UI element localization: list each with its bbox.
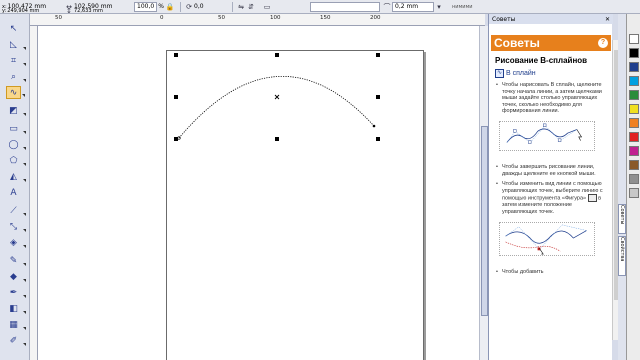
swatch-brown[interactable]	[629, 160, 639, 170]
swatch-cyan[interactable]	[629, 76, 639, 86]
vertical-scrollbar[interactable]	[479, 26, 488, 360]
hint-bullet: Чтобы завершить рисование линии, дважды …	[495, 164, 605, 177]
hint-bullet: Чтобы нарисовать B сплайн, щелкните точк…	[495, 82, 605, 115]
toolbox: ↖ ◺ ⌗ ⌕ ∿ ◩ ▭ ◯ ⬠ ◭ A ⟋ ⤡ ◈ ✎ ◆ ✒ ◧ ▦ ✐	[0, 14, 30, 360]
curve-node[interactable]	[372, 124, 376, 128]
outline-pen-icon[interactable]: ✒	[6, 286, 26, 299]
text-tool-icon[interactable]: A	[6, 186, 21, 199]
smart-drawing-icon[interactable]: ✐	[6, 334, 26, 347]
selection-handle[interactable]	[376, 53, 380, 57]
separator	[180, 2, 181, 12]
swatch-red[interactable]	[629, 132, 639, 142]
wrap-icon: ▭	[263, 2, 271, 11]
separator	[232, 2, 233, 12]
rotation-field[interactable]: ⟳ 0,0	[184, 1, 203, 12]
shape-tool-icon	[587, 194, 597, 203]
swatch-yellow[interactable]	[629, 104, 639, 114]
rotate-icon: ⟳	[186, 2, 192, 11]
scale-x-field[interactable]: 100,0 %	[134, 1, 164, 12]
close-icon[interactable]: ✕	[605, 16, 610, 23]
selection-handle[interactable]	[174, 137, 178, 141]
bspline-icon: ∿	[495, 69, 504, 78]
bspline-illustration	[499, 120, 595, 151]
docker-tabs: Советы Свойства	[618, 14, 626, 360]
docker-content: Рисование B-сплайнов ∿ B сплайн Чтобы на…	[495, 54, 605, 360]
outline-width-dropdown[interactable]: ⌒ 0,2 mm ▾	[382, 1, 444, 12]
rectangle-tool-icon[interactable]: ▭	[6, 122, 26, 135]
edit-illustration	[499, 221, 595, 256]
selection-handle[interactable]	[376, 95, 380, 99]
fill-icon[interactable]: ◧	[6, 302, 26, 315]
mirror-horizontal-icon: ⇋	[238, 2, 244, 11]
color-palette	[626, 14, 640, 360]
docker-title: Советы ?	[491, 35, 611, 51]
lock-icon: 🔒	[165, 2, 175, 11]
docker-header: Советы ✕	[489, 14, 613, 24]
swatch-orange[interactable]	[629, 118, 639, 128]
hint-bullet: Чтобы изменить вид линии с помощью управ…	[495, 181, 605, 215]
bspline-curve[interactable]	[178, 75, 375, 139]
smart-fill-icon[interactable]: ◩	[6, 104, 26, 117]
swatch-black[interactable]	[629, 48, 639, 58]
swatch-magenta[interactable]	[629, 146, 639, 156]
height-field[interactable]: ↕ 72,633 mm	[64, 7, 103, 15]
coreldraw-window: x: 100,472 mm y: 249,904 mm ↔ 102,590 mm ↕ 7…	[0, 0, 640, 360]
vertical-ruler[interactable]	[30, 26, 38, 360]
basic-shapes-icon[interactable]: ◭	[6, 170, 26, 183]
hint-bullet: Чтобы добавить	[495, 269, 605, 276]
lock-ratio-button[interactable]: 🔒	[165, 1, 175, 12]
freehand-tool-icon[interactable]: ∿	[6, 86, 25, 99]
swatch-green[interactable]	[629, 90, 639, 100]
polygon-tool-icon[interactable]: ⬠	[6, 154, 26, 167]
section-title: Рисование B-сплайнов	[495, 56, 588, 65]
selection-handle[interactable]	[376, 137, 380, 141]
center-marker	[274, 94, 280, 100]
shape-tool-icon[interactable]: ◺	[6, 38, 26, 51]
crop-tool-icon[interactable]: ⌗	[6, 54, 26, 67]
interactive-fill-icon[interactable]: ◆	[6, 270, 26, 283]
subsection-row: ∿ B сплайн	[495, 69, 536, 78]
horizontal-ruler[interactable]: 50 0 50 100 150 200	[30, 14, 485, 26]
wrap-button[interactable]: ▭	[262, 1, 272, 12]
selection-handle[interactable]	[275, 137, 279, 141]
scrollbar-thumb[interactable]	[481, 126, 488, 316]
swatch-gray[interactable]	[629, 174, 639, 184]
tab-hints[interactable]: Советы	[618, 204, 626, 234]
ellipse-tool-icon[interactable]: ◯	[6, 138, 26, 151]
help-icon[interactable]: ?	[598, 38, 608, 48]
connector-icon[interactable]: ⤡	[6, 220, 26, 233]
swatch-white[interactable]	[629, 34, 639, 44]
swatch-light-gray[interactable]	[629, 188, 639, 198]
y-position-field[interactable]: y: 249,904 mm	[2, 7, 39, 14]
pick-tool-icon[interactable]: ↖	[6, 22, 21, 35]
property-bar-label: нимими	[452, 3, 473, 10]
chevron-down-icon: ▾	[437, 2, 441, 11]
mesh-fill-icon[interactable]: ▦	[6, 318, 26, 331]
mirror-vertical-icon: ⇵	[248, 2, 254, 11]
outline-icon: ⌒	[383, 2, 391, 11]
eyedropper-icon[interactable]: ✎	[6, 254, 26, 267]
drawing-svg	[174, 53, 380, 141]
hints-docker: Советы ✕ Советы ? Рисование B-сплайнов ∿…	[488, 14, 613, 360]
selection-handle[interactable]	[174, 53, 178, 57]
swatch-blue[interactable]	[629, 62, 639, 72]
selection-handle[interactable]	[174, 95, 178, 99]
selection-handle[interactable]	[275, 53, 279, 57]
drawing-canvas[interactable]	[38, 26, 485, 360]
blend-icon[interactable]: ◈	[6, 236, 26, 249]
parallel-dimension-icon[interactable]: ⟋	[6, 204, 26, 217]
line-style-dropdown[interactable]	[310, 1, 380, 12]
tab-properties[interactable]: Свойства	[618, 236, 626, 276]
mirror-buttons[interactable]: ⇋ ⇵	[236, 1, 256, 12]
property-bar: x: 100,472 mm y: 249,904 mm ↔ 102,590 mm ↕ 7…	[0, 0, 640, 15]
zoom-tool-icon[interactable]: ⌕	[6, 70, 26, 83]
